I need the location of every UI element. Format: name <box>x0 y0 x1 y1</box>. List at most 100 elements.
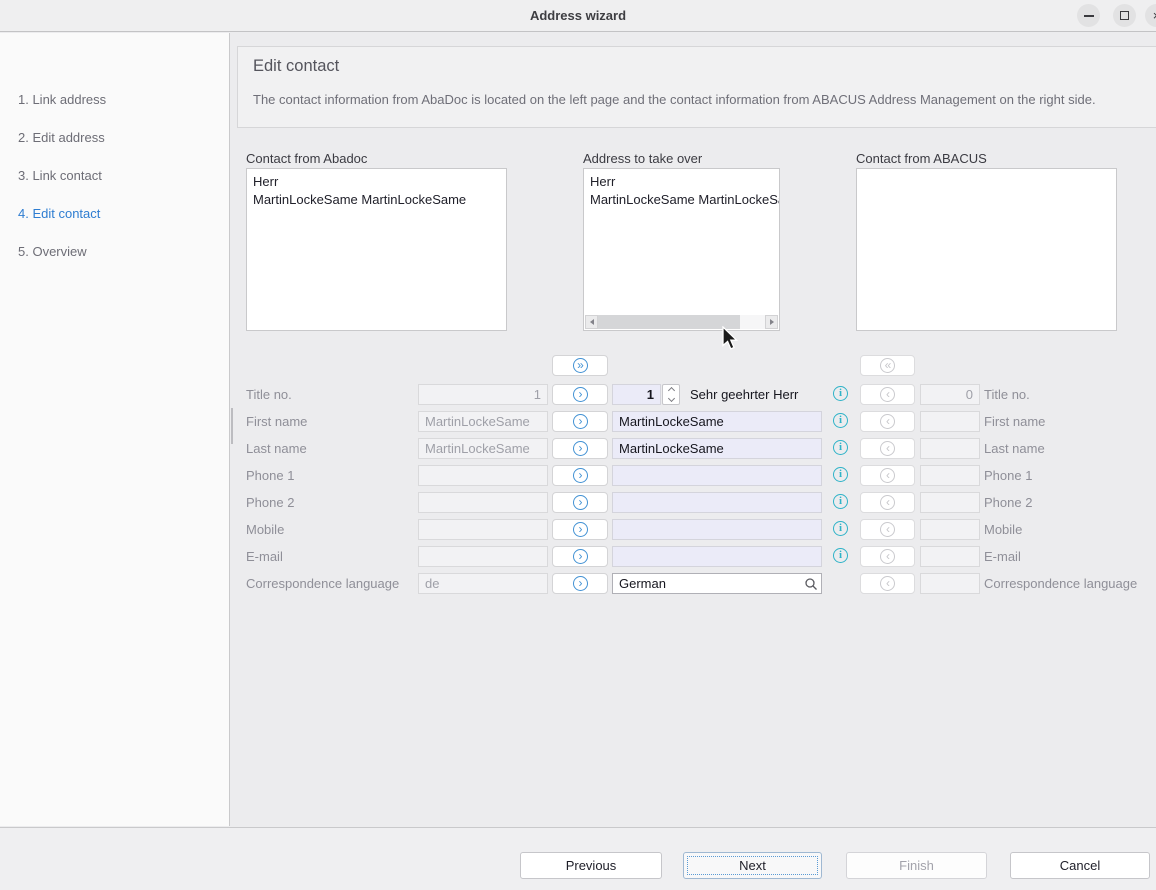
chevron-right-icon: › <box>573 495 588 510</box>
info-icon[interactable]: i <box>833 413 848 428</box>
titlebar: Address wizard × <box>0 0 1156 32</box>
transfer-back-button: ‹ <box>860 573 915 594</box>
next-button[interactable]: Next <box>683 852 822 879</box>
language-input[interactable] <box>612 573 822 594</box>
abacus-mobile-field <box>920 519 980 540</box>
transfer-forward-button[interactable]: › <box>552 384 608 405</box>
form-row-title-no: Title no. 1 › Sehr geehrter Herr i ‹ 0 T… <box>0 384 1156 405</box>
address-wizard-window: Address wizard × 1. Link address 2. Edit… <box>0 0 1156 890</box>
email-input[interactable] <box>612 546 822 567</box>
field-label-right: Phone 1 <box>984 468 1032 483</box>
phone-1-input[interactable] <box>612 465 822 486</box>
field-label-left: Mobile <box>246 522 284 537</box>
chevron-left-icon: ‹ <box>880 414 895 429</box>
chevron-right-icon: › <box>573 387 588 402</box>
abadoc-mobile-field <box>418 519 548 540</box>
mobile-input[interactable] <box>612 519 822 540</box>
previous-button[interactable]: Previous <box>520 852 662 879</box>
chevron-right-icon: › <box>573 522 588 537</box>
chevron-right-icon: › <box>573 549 588 564</box>
takeover-salutation-line: Herr <box>584 169 779 191</box>
abacus-first-name-field <box>920 411 980 432</box>
contact-from-abacus-panel[interactable] <box>856 168 1117 331</box>
form-row-phone-2: Phone 2 › i ‹ Phone 2 <box>0 492 1156 513</box>
sidebar-step-edit-address[interactable]: 2. Edit address <box>18 130 105 146</box>
address-to-take-over-panel[interactable]: Herr MartinLockeSame MartinLockeSame <box>583 168 780 331</box>
sidebar-step-link-contact[interactable]: 3. Link contact <box>18 168 102 184</box>
transfer-forward-button[interactable]: › <box>552 438 608 459</box>
transfer-all-row: » « <box>0 355 1156 376</box>
info-icon[interactable]: i <box>833 548 848 563</box>
window-title: Address wizard <box>0 8 1156 23</box>
contact-from-abadoc-panel[interactable]: Herr MartinLockeSame MartinLockeSame <box>246 168 507 331</box>
page-header: Edit contact The contact information fro… <box>237 46 1156 128</box>
abadoc-salutation-line: Herr <box>247 169 506 191</box>
abadoc-email-field <box>418 546 548 567</box>
chevron-left-icon: ‹ <box>880 522 895 537</box>
abadoc-first-name-field: MartinLockeSame <box>418 411 548 432</box>
chevron-left-icon: ‹ <box>880 549 895 564</box>
sidebar-step-edit-contact[interactable]: 4. Edit contact <box>18 206 100 222</box>
transfer-all-forward-button[interactable]: » <box>552 355 608 376</box>
chevron-left-icon: ‹ <box>880 576 895 591</box>
field-label-left: Last name <box>246 441 307 456</box>
maximize-icon <box>1120 11 1129 20</box>
transfer-forward-button[interactable]: › <box>552 411 608 432</box>
chevron-right-icon: › <box>573 468 588 483</box>
abacus-email-field <box>920 546 980 567</box>
sidebar-step-overview[interactable]: 5. Overview <box>18 244 87 260</box>
transfer-forward-button[interactable]: › <box>552 492 608 513</box>
spin-up-icon <box>667 387 674 394</box>
takeover-name-line: MartinLockeSame MartinLockeSame <box>584 191 779 209</box>
spin-down-icon <box>667 395 674 402</box>
transfer-forward-button[interactable]: › <box>552 573 608 594</box>
transfer-forward-button[interactable]: › <box>552 546 608 567</box>
abadoc-title-no-field: 1 <box>418 384 548 405</box>
chevron-left-icon: ‹ <box>880 495 895 510</box>
last-name-input[interactable] <box>612 438 822 459</box>
field-label-left: Phone 2 <box>246 495 294 510</box>
abadoc-phone-2-field <box>418 492 548 513</box>
transfer-back-button: ‹ <box>860 384 915 405</box>
abacus-title-no-field: 0 <box>920 384 980 405</box>
abacus-last-name-field <box>920 438 980 459</box>
horizontal-scrollbar[interactable] <box>585 315 778 329</box>
panel-title-abadoc: Contact from Abadoc <box>246 151 367 166</box>
salutation-text: Sehr geehrter Herr <box>690 387 798 402</box>
title-no-input[interactable] <box>612 384 661 405</box>
scrollbar-thumb[interactable] <box>598 315 740 329</box>
search-icon[interactable] <box>804 577 818 591</box>
field-label-right: Correspondence language <box>984 576 1137 591</box>
scroll-right-icon <box>770 319 774 325</box>
first-name-input[interactable] <box>612 411 822 432</box>
title-no-spinner[interactable] <box>662 384 680 405</box>
info-icon[interactable]: i <box>833 494 848 509</box>
mouse-cursor <box>722 326 739 351</box>
transfer-all-back-button: « <box>860 355 915 376</box>
page-description: The contact information from AbaDoc is l… <box>253 91 1133 109</box>
info-icon[interactable]: i <box>833 386 848 401</box>
cancel-button[interactable]: Cancel <box>1010 852 1150 879</box>
abacus-language-field <box>920 573 980 594</box>
maximize-button[interactable] <box>1113 4 1136 27</box>
transfer-back-button: ‹ <box>860 519 915 540</box>
transfer-back-button: ‹ <box>860 438 915 459</box>
double-chevron-right-icon: » <box>573 358 588 373</box>
sidebar-step-link-address[interactable]: 1. Link address <box>18 92 106 108</box>
scroll-left-button[interactable] <box>585 315 598 329</box>
phone-2-input[interactable] <box>612 492 822 513</box>
info-icon[interactable]: i <box>833 467 848 482</box>
minimize-button[interactable] <box>1077 4 1100 27</box>
scroll-left-icon <box>590 319 594 325</box>
transfer-forward-button[interactable]: › <box>552 465 608 486</box>
field-label-right: First name <box>984 414 1045 429</box>
info-icon[interactable]: i <box>833 521 848 536</box>
chevron-left-icon: ‹ <box>880 441 895 456</box>
scroll-right-button[interactable] <box>765 315 778 329</box>
close-button[interactable]: × <box>1145 4 1156 27</box>
language-lookup-field <box>612 573 822 594</box>
transfer-forward-button[interactable]: › <box>552 519 608 540</box>
info-icon[interactable]: i <box>833 440 848 455</box>
minimize-icon <box>1084 15 1094 17</box>
field-label-right: Phone 2 <box>984 495 1032 510</box>
